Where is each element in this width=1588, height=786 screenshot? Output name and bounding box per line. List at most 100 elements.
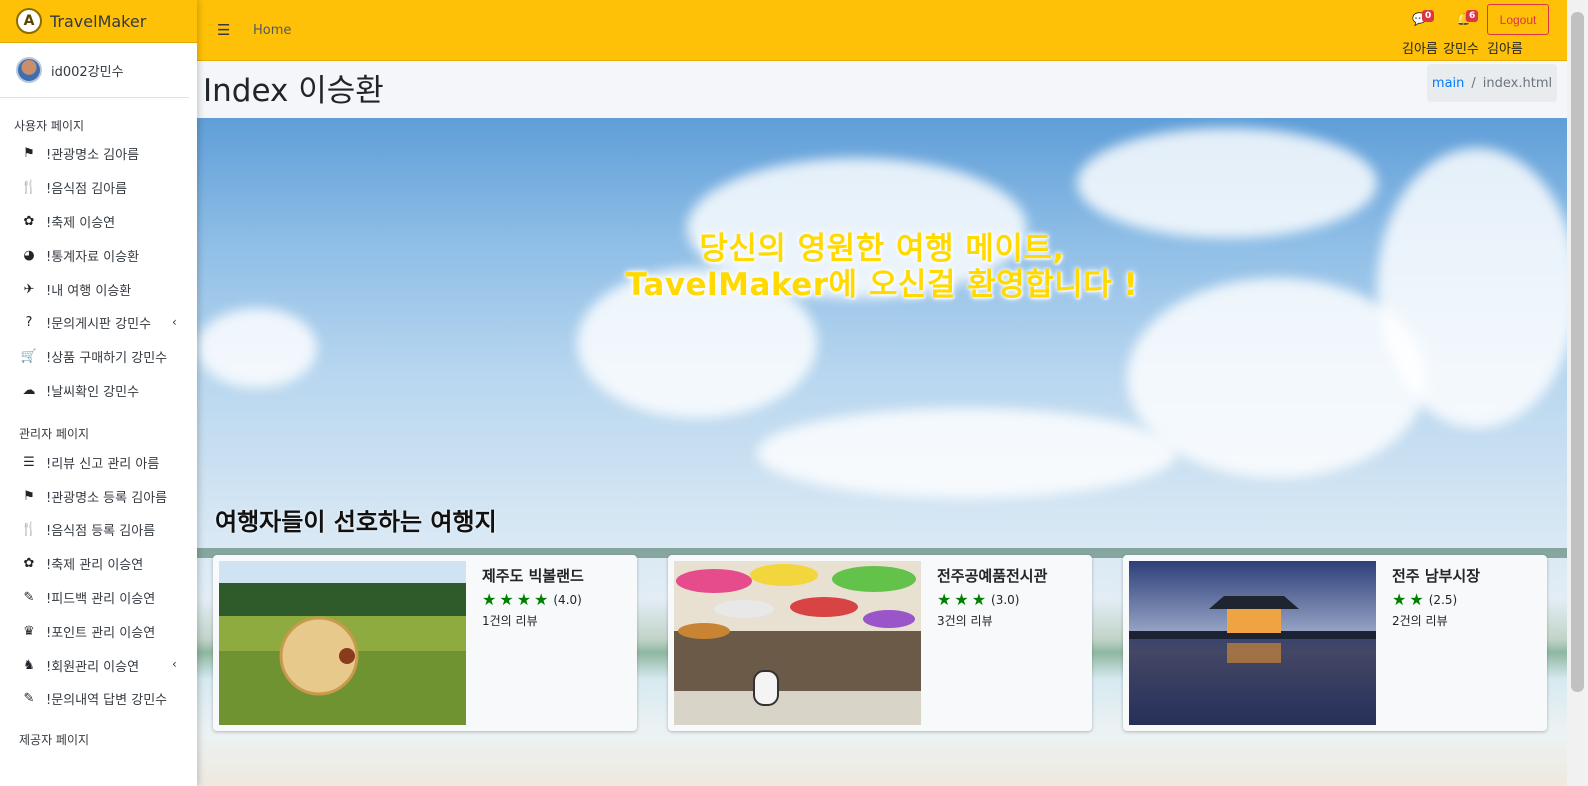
brand-name: TravelMaker bbox=[50, 11, 147, 31]
review-count: 2건의 리뷰 bbox=[1392, 614, 1448, 628]
top-navbar: ☰ Home 💬 0 🔔 6 Logout 김아름 강민수 김아름 bbox=[197, 0, 1567, 61]
hero-banner: 당신의 영원한 여행 메이트, TavelMaker에 오신걸 환영합니다 ! … bbox=[197, 118, 1567, 786]
nav-name-3: 김아름 bbox=[1487, 42, 1523, 57]
sidebar-item-user-3[interactable]: ◕ !통계자료 이승환 bbox=[0, 238, 197, 272]
nav-name-1: 김아름 bbox=[1402, 42, 1438, 57]
messages-icon[interactable]: 💬 0 bbox=[1412, 10, 1435, 26]
sidebar-item-user-0[interactable]: ⚑ !관광명소 김아름 bbox=[0, 137, 197, 171]
sidebar-item-label: !회원관리 이승연 bbox=[46, 659, 140, 675]
brand-link[interactable]: A TravelMaker bbox=[0, 0, 197, 43]
sidebar-item-user-2[interactable]: ✿ !축제 이승연 bbox=[0, 205, 197, 239]
sidebar-item-admin-2[interactable]: 🍴 !음식점 등록 김아름 bbox=[0, 513, 197, 547]
destination-info: 제주도 빅볼랜드 ★ ★ ★ ★ (4.0) 1건의 리뷰 bbox=[482, 565, 632, 629]
user-name: id002강민수 bbox=[51, 64, 124, 80]
chevron-left-icon: ‹ bbox=[172, 657, 177, 672]
hero-title-line2: TavelMaker에 오신걸 환영합니다 ! bbox=[625, 267, 1139, 303]
logout-button[interactable]: Logout bbox=[1487, 4, 1549, 35]
brush-icon: ✎ bbox=[23, 589, 35, 605]
sidebar-item-admin-7[interactable]: ✎ !문의내역 답변 강민수 bbox=[0, 682, 197, 716]
sidebar-item-label: !포인트 관리 이승연 bbox=[46, 625, 156, 641]
star-icon: ★ bbox=[499, 590, 514, 609]
nav-name-2: 강민수 bbox=[1443, 42, 1479, 57]
weather-icon: ☁ bbox=[22, 382, 36, 398]
sidebar-item-label: !축제 이승연 bbox=[46, 215, 116, 231]
rating-value: (4.0) bbox=[553, 592, 582, 607]
sidebar-item-label: !날씨확인 강민수 bbox=[46, 384, 140, 400]
destination-name[interactable]: 전주 남부시장 bbox=[1392, 565, 1542, 586]
sidebar-item-user-4[interactable]: ✈ !내 여행 이승환 bbox=[0, 272, 197, 306]
home-link[interactable]: Home bbox=[253, 23, 291, 38]
utensils-icon: 🍴 bbox=[20, 180, 38, 196]
pie-chart-icon: ◕ bbox=[23, 247, 35, 263]
breadcrumb: main / index.html bbox=[1427, 64, 1557, 102]
sidebar-item-label: !관광명소 김아름 bbox=[46, 148, 140, 164]
brand-logo-icon: A bbox=[16, 8, 42, 34]
utensils-icon: 🍴 bbox=[20, 522, 38, 538]
destination-card[interactable]: 전주 남부시장 ★ ★ (2.5) 2건의 리뷰 bbox=[1123, 555, 1547, 731]
scrollbar-thumb[interactable] bbox=[1571, 12, 1584, 692]
sidebar-item-label: !관광명소 등록 김아름 bbox=[46, 490, 168, 506]
destination-name[interactable]: 전주공예품전시관 bbox=[937, 565, 1087, 586]
star-icon: ★ bbox=[1392, 590, 1407, 609]
breadcrumb-separator: / bbox=[1471, 75, 1476, 91]
user-panel[interactable]: id002강민수 bbox=[0, 43, 189, 98]
crown-icon: ♛ bbox=[23, 623, 35, 639]
sidebar-item-label: !통계자료 이승환 bbox=[46, 249, 140, 265]
star-icon: ★ bbox=[971, 590, 987, 609]
sidebar-item-label: !피드백 관리 이승연 bbox=[46, 591, 156, 607]
plane-icon: ✈ bbox=[23, 281, 35, 297]
destination-card[interactable]: 제주도 빅볼랜드 ★ ★ ★ ★ (4.0) 1건의 리뷰 bbox=[213, 555, 637, 731]
sidebar-item-admin-4[interactable]: ✎ !피드백 관리 이승연 bbox=[0, 581, 197, 615]
star-icon: ★ bbox=[516, 590, 532, 609]
avatar bbox=[16, 57, 42, 83]
nav-header-admin: 관리자 페이지 bbox=[19, 426, 90, 441]
sidebar-item-admin-0[interactable]: ☰ !리뷰 신고 관리 아름 bbox=[0, 445, 197, 479]
chevron-left-icon: ‹ bbox=[172, 314, 177, 329]
sidebar-item-label: !내 여행 이승환 bbox=[46, 283, 132, 299]
breadcrumb-current: index.html bbox=[1482, 75, 1553, 91]
rating-value: (2.5) bbox=[1428, 592, 1458, 607]
flag-icon: ⚑ bbox=[23, 488, 35, 504]
breadcrumb-main-link[interactable]: main bbox=[1432, 76, 1464, 91]
destination-name[interactable]: 제주도 빅볼랜드 bbox=[482, 565, 632, 586]
sidebar-item-admin-6[interactable]: ♞ !회원관리 이승연 ‹ bbox=[0, 648, 197, 682]
sidebar-item-user-5[interactable]: ? !문의게시판 강민수 ‹ bbox=[0, 306, 197, 340]
notifications-icon[interactable]: 🔔 6 bbox=[1456, 10, 1479, 26]
page-scrollbar[interactable] bbox=[1567, 0, 1588, 786]
popular-destinations-title: 여행자들이 선호하는 여행지 bbox=[215, 508, 497, 536]
sidebar-item-user-6[interactable]: 🛒 !상품 구매하기 강민수 bbox=[0, 340, 197, 374]
question-circle-icon: ? bbox=[25, 315, 33, 331]
rating-stars: ★ ★ (2.5) bbox=[1392, 590, 1542, 609]
sidebar-item-user-7[interactable]: ☁ !날씨확인 강민수 bbox=[0, 374, 197, 408]
destination-cards: 제주도 빅볼랜드 ★ ★ ★ ★ (4.0) 1건의 리뷰 전주공예품전시관 ★… bbox=[213, 555, 1553, 733]
sidebar-item-user-1[interactable]: 🍴 !음식점 김아름 bbox=[0, 171, 197, 205]
cart-icon: 🛒 bbox=[20, 349, 38, 365]
notifications-badge: 6 bbox=[1466, 10, 1479, 22]
sidebar-item-admin-1[interactable]: ⚑ !관광명소 등록 김아름 bbox=[0, 479, 197, 513]
star-icon: ★ bbox=[937, 590, 952, 609]
sidebar-item-label: !리뷰 신고 관리 아름 bbox=[46, 456, 160, 472]
menu-toggle-icon[interactable]: ☰ bbox=[217, 21, 230, 39]
destination-card[interactable]: 전주공예품전시관 ★ ★ ★ (3.0) 3건의 리뷰 bbox=[668, 555, 1092, 731]
messages-badge: 0 bbox=[1422, 10, 1435, 22]
star-icon: ★ bbox=[1409, 590, 1424, 609]
cloud-shape bbox=[757, 408, 1177, 498]
destination-image-craft-hall bbox=[674, 561, 921, 725]
rating-stars: ★ ★ ★ (3.0) bbox=[937, 590, 1087, 609]
sidebar-item-label: !음식점 김아름 bbox=[46, 182, 128, 198]
destination-image-bigball bbox=[219, 561, 466, 725]
star-icon: ★ bbox=[534, 590, 549, 609]
flag-icon: ⚑ bbox=[23, 146, 35, 162]
sidebar-item-label: !문의게시판 강민수 bbox=[46, 317, 152, 333]
sidebar-item-label: !문의내역 답변 강민수 bbox=[46, 693, 168, 709]
cloud-shape bbox=[197, 308, 317, 388]
sidebar-item-label: !축제 관리 이승연 bbox=[46, 558, 144, 574]
page-title: Index 이승환 bbox=[203, 73, 384, 109]
festival-icon: ✿ bbox=[23, 556, 35, 572]
star-icon: ★ bbox=[482, 590, 497, 609]
sidebar-item-admin-3[interactable]: ✿ !축제 관리 이승연 bbox=[0, 547, 197, 581]
sidebar: A TravelMaker id002강민수 사용자 페이지 ⚑ !관광명소 김아… bbox=[0, 0, 197, 786]
content-header: Index 이승환 main / index.html bbox=[197, 61, 1567, 118]
sidebar-item-admin-5[interactable]: ♛ !포인트 관리 이승연 bbox=[0, 614, 197, 648]
nav-header-provider: 제공자 페이지 bbox=[19, 733, 90, 748]
